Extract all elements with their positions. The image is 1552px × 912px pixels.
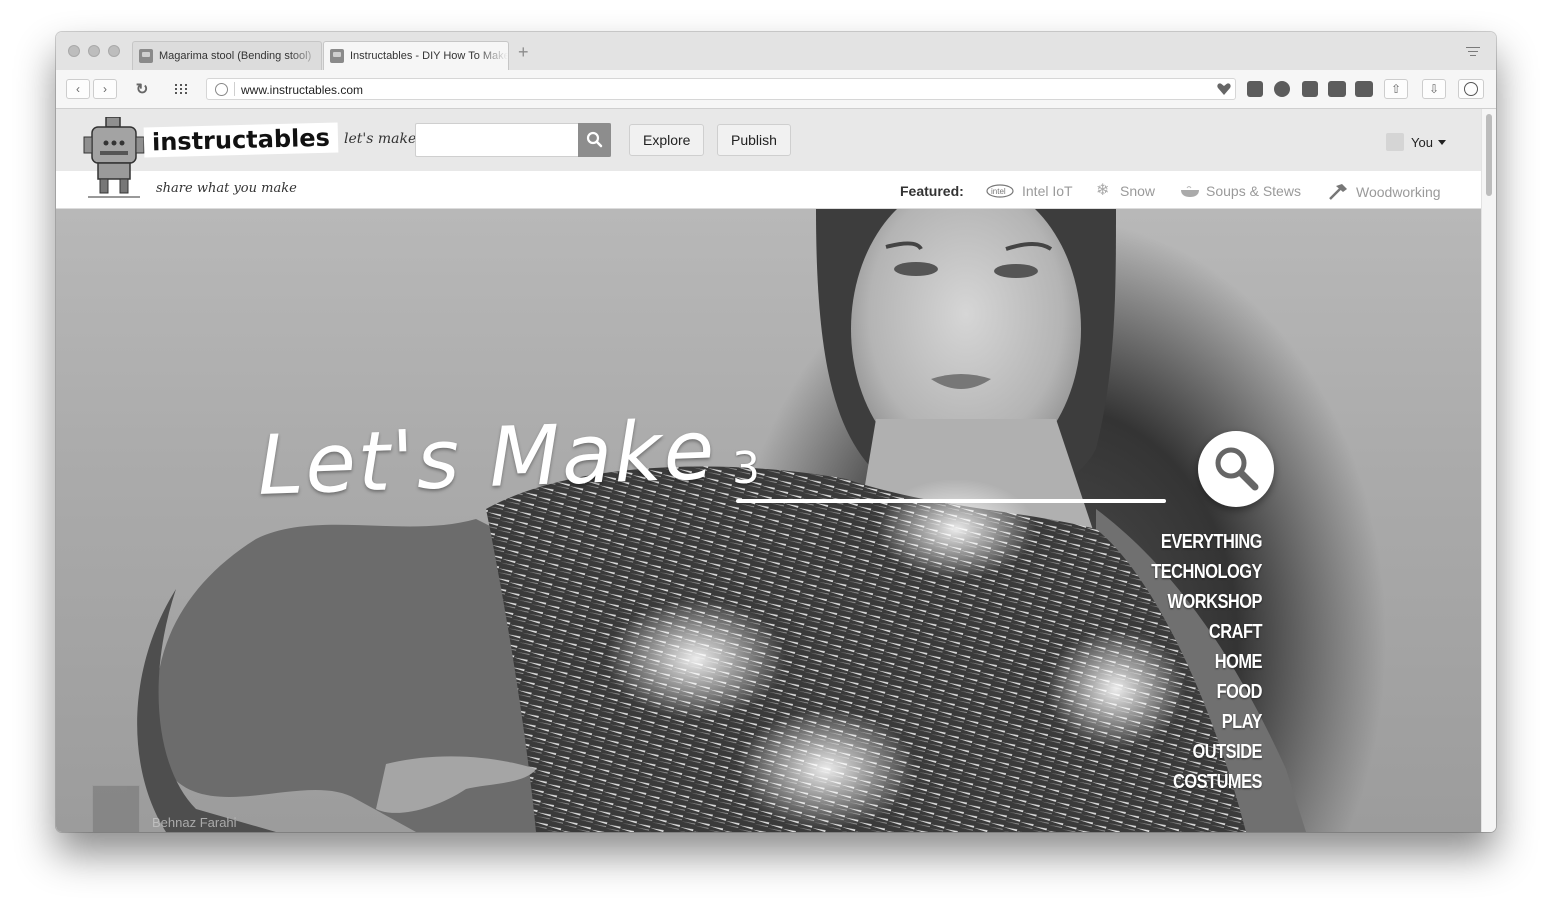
featured-snow[interactable]: ❄ Snow — [1096, 182, 1155, 200]
instructables-favicon-icon — [330, 49, 344, 63]
chevron-left-icon: ‹ — [76, 82, 80, 96]
category-craft[interactable]: CRAFT — [1142, 617, 1263, 647]
avatar — [1386, 133, 1404, 151]
zoom-window-button[interactable] — [108, 45, 120, 57]
hero-banner: Let's Make 3 EVERYTHING TECHNOLOGY WORKS… — [56, 209, 1481, 832]
search-label: let's make — [344, 131, 417, 147]
caret-down-icon — [1437, 139, 1446, 145]
intel-logo-icon: intel — [986, 184, 1014, 198]
search-icon — [1215, 447, 1259, 491]
download-icon: ⇩ — [1428, 82, 1440, 96]
author-avatar — [92, 785, 140, 832]
author-name: Behnaz Farahi — [152, 815, 237, 830]
download-button[interactable]: ⇩ — [1422, 79, 1446, 99]
robot-logo-icon[interactable] — [82, 117, 146, 201]
featured-label: Featured: — [900, 183, 964, 199]
reload-icon: ↻ — [135, 81, 149, 98]
featured-woodworking[interactable]: Woodworking — [1326, 183, 1441, 201]
category-everything[interactable]: EVERYTHING — [1142, 527, 1263, 557]
category-outside[interactable]: OUTSIDE — [1142, 737, 1263, 767]
category-play[interactable]: PLAY — [1142, 707, 1263, 737]
site-tagline: share what you make — [156, 181, 297, 196]
page-viewport: instructables share what you make let's … — [56, 109, 1481, 832]
account-icon — [1464, 82, 1478, 96]
scrollbar-thumb[interactable] — [1486, 114, 1492, 196]
tab-overview-icon[interactable] — [1466, 47, 1480, 59]
wordpress-icon[interactable] — [1274, 81, 1290, 97]
hero-title: Let's Make — [256, 402, 718, 514]
hero-photo — [137, 209, 1306, 832]
category-list: EVERYTHING TECHNOLOGY WORKSHOP CRAFT HOM… — [1116, 527, 1262, 797]
tab-title: Magarima stool (Bending stool) — [159, 50, 312, 62]
speed-dial-button[interactable] — [168, 79, 194, 99]
site-search-button[interactable] — [578, 123, 611, 157]
browser-window: Magarima stool (Bending stool) Instructa… — [56, 32, 1496, 832]
grid-icon — [175, 84, 187, 94]
url-text[interactable]: www.instructables.com — [241, 83, 363, 97]
reload-button[interactable]: ↻ — [130, 79, 154, 99]
category-food[interactable]: FOOD — [1142, 677, 1263, 707]
minimize-window-button[interactable] — [88, 45, 100, 57]
hammer-icon — [1329, 184, 1347, 200]
globe-icon — [215, 83, 228, 96]
plus-icon[interactable]: + — [518, 43, 529, 61]
shield-icon[interactable] — [1302, 81, 1318, 97]
explore-button[interactable]: Explore — [629, 124, 705, 156]
featured-soups-stews[interactable]: Soups & Stews — [1180, 183, 1301, 199]
share-icon: ⇧ — [1390, 82, 1402, 96]
category-home[interactable]: HOME — [1142, 647, 1263, 677]
lock-badge-icon[interactable] — [1247, 81, 1263, 97]
glasses-icon[interactable] — [1328, 81, 1346, 97]
category-technology[interactable]: TECHNOLOGY — [1142, 557, 1262, 587]
vertical-scrollbar[interactable] — [1481, 109, 1496, 832]
heart-icon[interactable] — [1216, 81, 1232, 97]
tab-instructables[interactable]: Instructables - DIY How To Make — [323, 41, 509, 70]
back-button[interactable]: ‹ — [66, 79, 90, 99]
snowflake-icon: ❄ — [1096, 182, 1110, 199]
photo-credit[interactable]: Behnaz Farahi — [92, 785, 237, 832]
forward-button[interactable]: › — [93, 79, 117, 99]
category-workshop[interactable]: WORKSHOP — [1142, 587, 1263, 617]
address-bar[interactable]: www.instructables.com — [206, 78, 1236, 100]
close-window-button[interactable] — [68, 45, 80, 57]
user-label: You — [1411, 134, 1433, 150]
site-logo-text[interactable]: instructables — [143, 122, 339, 158]
search-icon — [586, 131, 603, 148]
css-icon[interactable] — [1355, 81, 1373, 97]
hero-search-underline — [736, 499, 1166, 503]
user-menu[interactable]: You — [1386, 133, 1446, 151]
featured-intel-iot[interactable]: intel Intel IoT — [986, 183, 1073, 199]
tab-magarima-stool[interactable]: Magarima stool (Bending stool) — [132, 41, 322, 70]
instructables-favicon-icon — [139, 49, 153, 63]
share-button[interactable]: ⇧ — [1384, 79, 1408, 99]
hero-search-input[interactable]: 3 — [732, 443, 760, 494]
tab-title: Instructables - DIY How To Make — [350, 50, 508, 62]
navigation-toolbar: ‹ › ↻ www.instructables.com ⇧ ⇩ — [56, 70, 1496, 109]
svg-text:intel: intel — [991, 187, 1006, 196]
account-button[interactable] — [1458, 79, 1484, 99]
tab-bar: Magarima stool (Bending stool) Instructa… — [56, 32, 1496, 71]
category-costumes[interactable]: COSTUMES — [1142, 767, 1263, 797]
bowl-icon — [1181, 186, 1199, 197]
hero-search-button[interactable] — [1198, 431, 1274, 507]
publish-button[interactable]: Publish — [717, 124, 791, 156]
chevron-right-icon: › — [103, 82, 107, 96]
